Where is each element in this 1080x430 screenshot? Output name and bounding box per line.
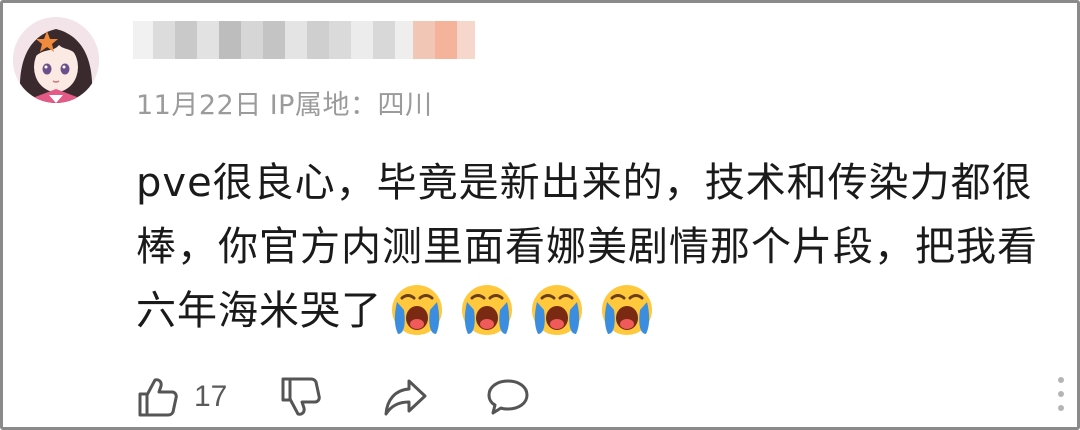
like-button[interactable]: 17 <box>136 375 227 419</box>
content-line-last: 六年海米哭了 <box>136 279 1061 343</box>
comment-actions: 17 <box>136 373 531 421</box>
username-blurred[interactable] <box>133 21 475 61</box>
reply-button[interactable] <box>485 375 531 419</box>
thumbs-down-icon <box>281 377 322 416</box>
dot <box>1058 391 1064 397</box>
ip-location: IP属地：四川 <box>269 90 433 121</box>
crying-face-icon <box>532 285 582 335</box>
more-options-button[interactable] <box>1055 377 1067 417</box>
vertical-dots-icon <box>1058 377 1064 383</box>
comment-content: pve很良心，毕竟是新出来的，技术和传染力都很 棒，你官方内测里面看娜美剧情那个… <box>136 151 1061 343</box>
avatar[interactable] <box>13 17 99 103</box>
comment-date: 11月22日 <box>136 90 262 121</box>
dislike-button[interactable] <box>279 375 323 419</box>
crying-face-icon <box>392 285 442 335</box>
content-line-text: 六年海米哭了 <box>136 288 382 334</box>
thumbs-up-icon <box>138 378 178 417</box>
share-arrow-icon <box>384 379 427 416</box>
content-line: 棒，你官方内测里面看娜美剧情那个片段，把我看 <box>136 224 1038 270</box>
comment-meta: 11月22日 IP属地：四川 <box>136 83 432 122</box>
share-button[interactable] <box>383 375 429 419</box>
content-line: pve很良心，毕竟是新出来的，技术和传染力都很 <box>136 160 1033 206</box>
dot <box>1058 405 1064 411</box>
speech-bubble-icon <box>487 379 529 415</box>
like-count: 17 <box>194 380 228 413</box>
crying-face-icon <box>602 285 652 335</box>
crying-face-icon <box>462 285 512 335</box>
comment-card: 11月22日 IP属地：四川 pve很良心，毕竟是新出来的，技术和传染力都很 棒… <box>0 0 1080 430</box>
